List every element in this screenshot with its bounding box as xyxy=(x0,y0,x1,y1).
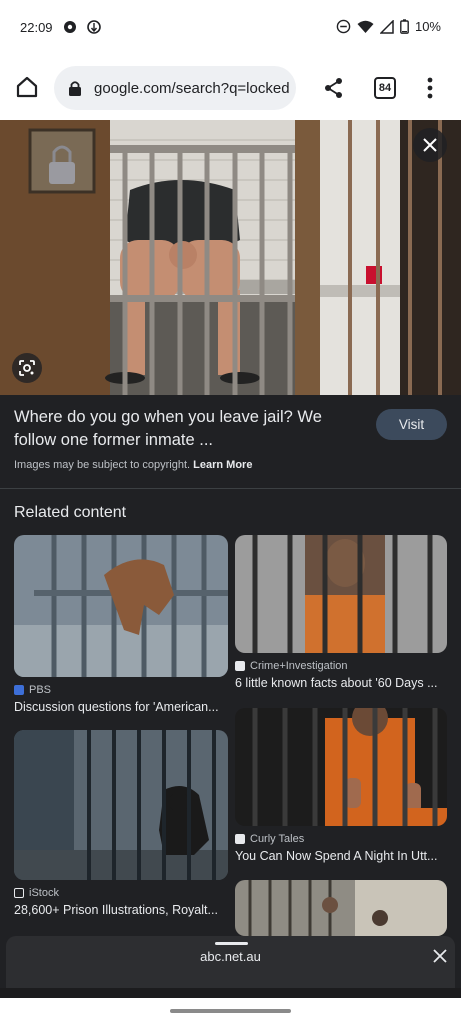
share-icon[interactable] xyxy=(322,76,346,100)
istock-logo-icon xyxy=(14,888,24,898)
browser-toolbar: google.com/search?q=locked 84 xyxy=(0,56,461,120)
sheet-domain: abc.net.au xyxy=(200,949,261,964)
related-card[interactable]: Crime+Investigation 6 little known facts… xyxy=(235,535,447,690)
url-bar[interactable]: google.com/search?q=locked xyxy=(54,66,296,110)
card-source: Curly Tales xyxy=(250,833,305,845)
divider xyxy=(0,488,461,489)
result-image[interactable] xyxy=(0,120,461,395)
card-caption: You Can Now Spend A Night In Utt... xyxy=(235,849,438,863)
pbs-logo-icon xyxy=(14,685,24,695)
gear-icon xyxy=(64,21,76,33)
tabs-icon[interactable]: 84 xyxy=(374,77,396,99)
jail-cell-image xyxy=(0,120,461,395)
url-text: google.com/search?q=locked xyxy=(94,79,290,97)
card-source: Crime+Investigation xyxy=(250,660,348,672)
data-saver-icon xyxy=(87,20,101,34)
gesture-handle[interactable] xyxy=(170,1009,291,1013)
battery-icon xyxy=(400,19,409,34)
signal-icon xyxy=(379,19,394,34)
status-time: 22:09 xyxy=(20,20,53,35)
related-content-heading: Related content xyxy=(14,504,127,521)
source-preview-sheet[interactable]: abc.net.au xyxy=(6,936,455,988)
close-icon[interactable] xyxy=(433,949,447,963)
card-caption: Discussion questions for 'American... xyxy=(14,700,219,714)
close-image-button[interactable] xyxy=(413,128,447,162)
home-icon[interactable] xyxy=(14,74,40,100)
more-vert-icon[interactable] xyxy=(422,76,438,100)
status-bar: 22:09 10% xyxy=(0,0,461,56)
card-image xyxy=(235,535,447,653)
lens-icon xyxy=(19,360,35,376)
close-icon xyxy=(423,138,437,152)
copyright-text: Images may be subject to copyright. xyxy=(14,459,191,471)
related-card[interactable] xyxy=(235,880,447,936)
card-image xyxy=(14,535,228,677)
drag-handle[interactable] xyxy=(215,942,248,945)
card-image xyxy=(235,880,447,936)
lock-icon xyxy=(69,81,81,96)
web-preview-peek xyxy=(0,988,461,998)
tab-count: 84 xyxy=(378,82,392,94)
card-source: PBS xyxy=(29,684,52,696)
google-lens-button[interactable] xyxy=(12,353,42,383)
wifi-icon xyxy=(357,20,374,33)
result-title[interactable]: Where do you go when you leave jail? We … xyxy=(14,406,344,452)
card-caption: 28,600+ Prison Illustrations, Royalt... xyxy=(14,903,218,917)
do-not-disturb-icon xyxy=(336,19,351,34)
learn-more-link[interactable]: Learn More xyxy=(193,459,252,471)
related-card[interactable]: Curly Tales You Can Now Spend A Night In… xyxy=(235,708,447,863)
battery-percent: 10% xyxy=(414,19,441,34)
visit-button[interactable]: Visit xyxy=(376,409,447,440)
crime-investigation-logo-icon xyxy=(235,661,245,671)
curly-tales-logo-icon xyxy=(235,834,245,844)
card-caption: 6 little known facts about '60 Days ... xyxy=(235,676,438,690)
copyright-notice: Images may be subject to copyright. Lear… xyxy=(14,459,252,471)
card-source: iStock xyxy=(29,887,59,899)
card-image xyxy=(235,708,447,826)
card-image xyxy=(14,730,228,880)
related-card[interactable]: PBS Discussion questions for 'American..… xyxy=(14,535,228,714)
related-card[interactable]: iStock 28,600+ Prison Illustrations, Roy… xyxy=(14,730,228,917)
system-nav-bar xyxy=(0,998,461,1024)
